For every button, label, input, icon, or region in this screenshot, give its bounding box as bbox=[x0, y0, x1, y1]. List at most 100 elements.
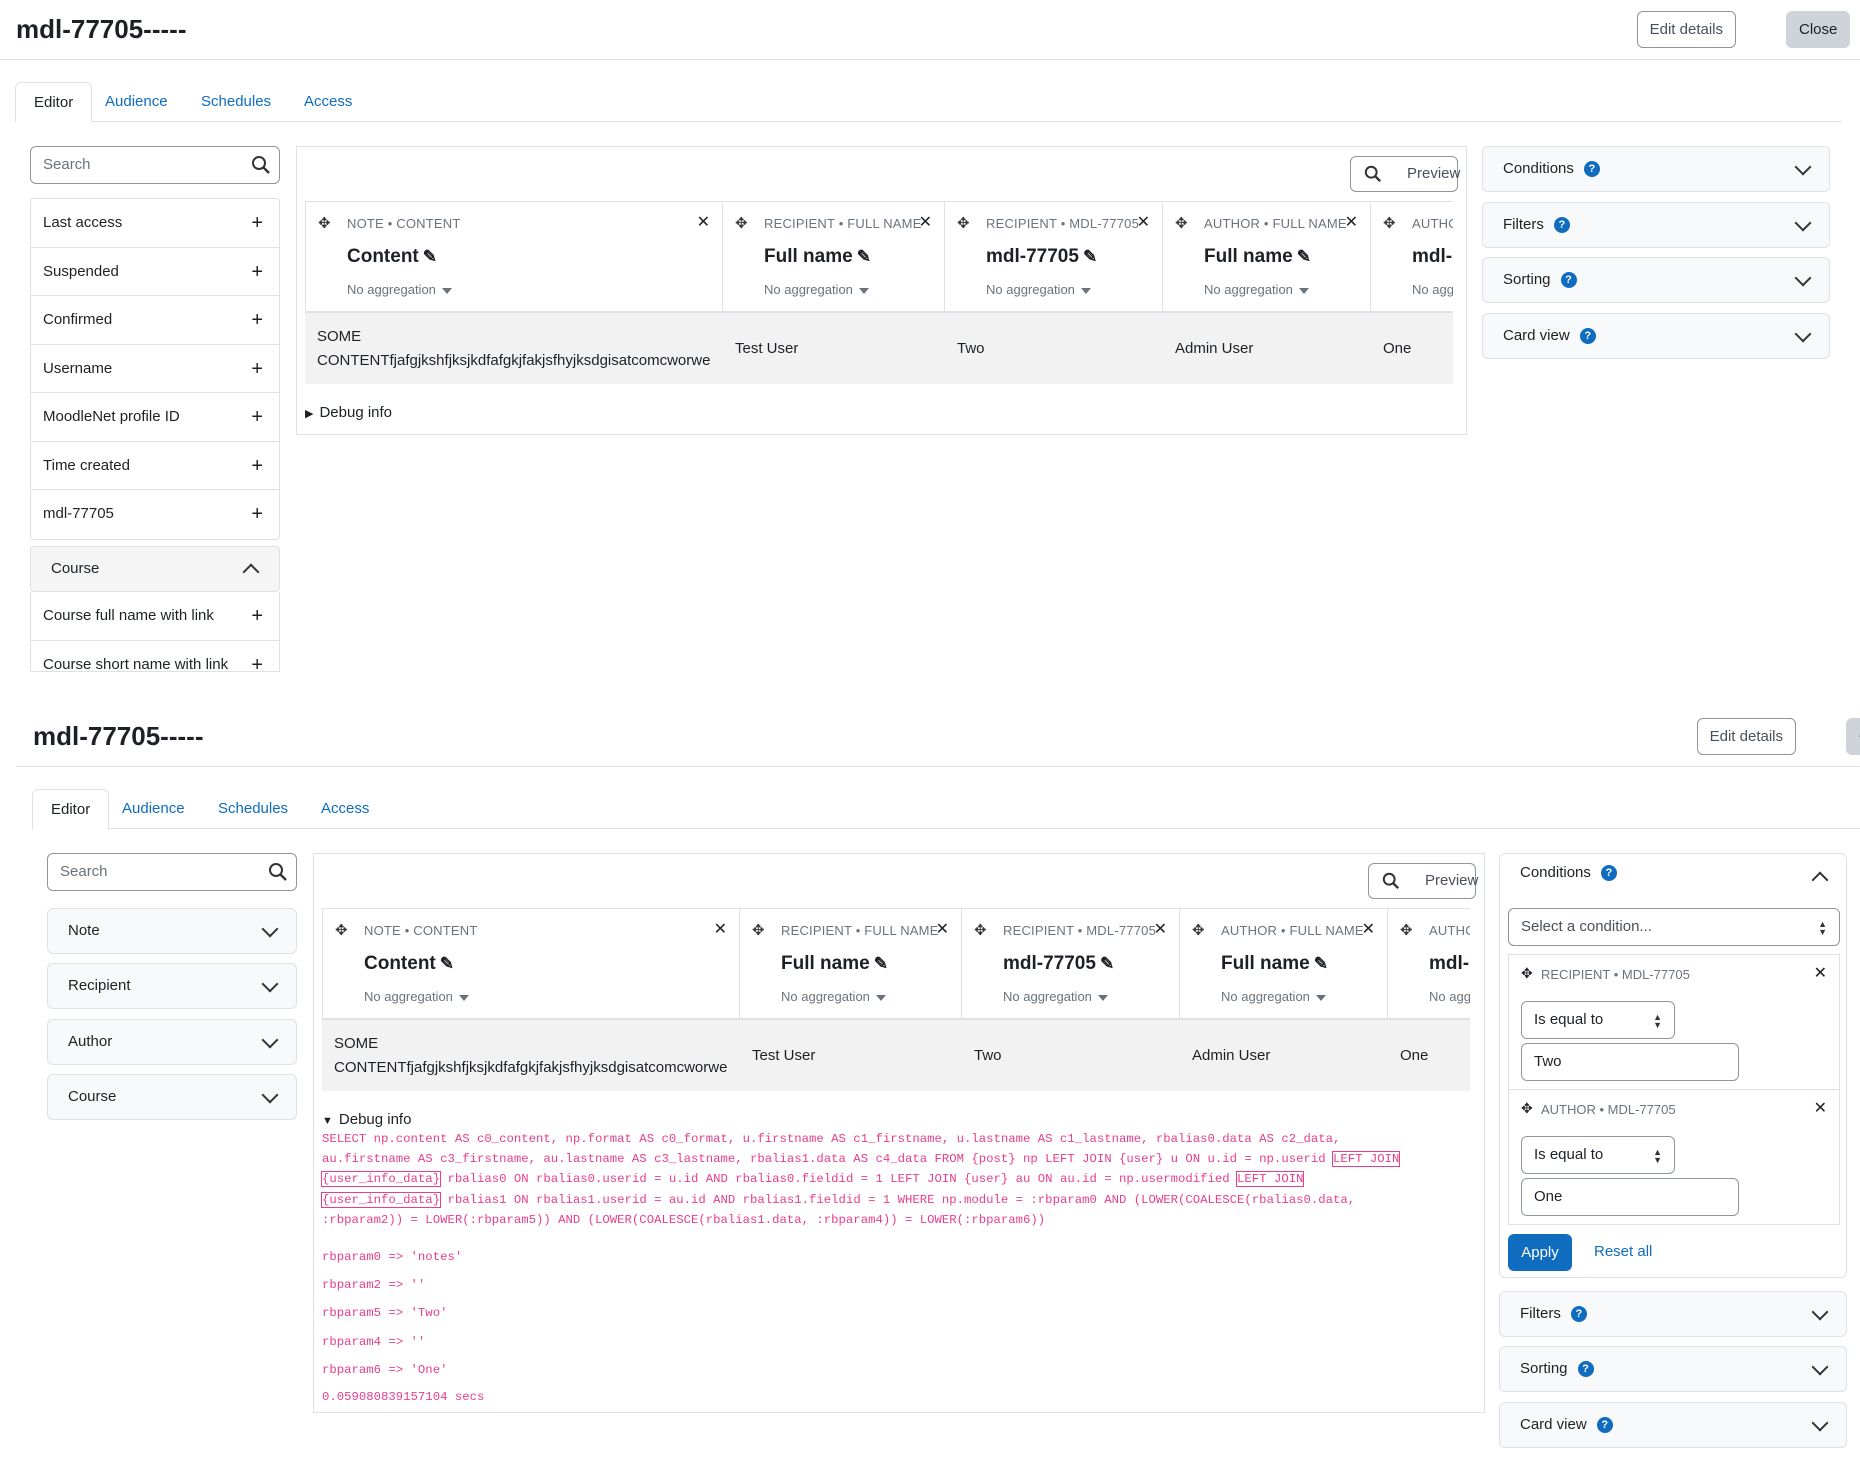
help-icon[interactable]: ? bbox=[1600, 865, 1617, 882]
aggregation-select[interactable]: No aggregation bbox=[1003, 989, 1108, 1004]
move-icon[interactable]: ✥ bbox=[1175, 214, 1188, 232]
pencil-icon[interactable]: ✎ bbox=[1314, 954, 1328, 974]
close-icon[interactable]: ✕ bbox=[1814, 1098, 1827, 1118]
column-title[interactable]: Content ✎ bbox=[347, 246, 437, 268]
column-title[interactable]: mdl-77705✎ bbox=[1429, 953, 1470, 975]
operator-select[interactable]: Is equal to ▲ ▼ bbox=[1521, 1136, 1675, 1174]
preview-button[interactable]: Preview bbox=[1368, 863, 1478, 899]
condition-value-input[interactable]: Two bbox=[1521, 1043, 1739, 1081]
sidebar-item[interactable]: Confirmed + bbox=[31, 296, 279, 345]
column-title[interactable]: Full name ✎ bbox=[764, 246, 871, 268]
chevron-up-icon[interactable] bbox=[1811, 871, 1829, 889]
debug-info-toggle[interactable]: ▶ Debug info bbox=[305, 404, 392, 421]
edit-details-button[interactable]: Edit details bbox=[1696, 718, 1796, 755]
accordion-filters[interactable]: Filters? bbox=[1499, 1291, 1847, 1337]
close-icon[interactable]: ✕ bbox=[936, 919, 949, 939]
move-icon[interactable]: ✥ bbox=[735, 214, 748, 232]
close-button[interactable]: Close bbox=[1786, 11, 1850, 48]
sidebar-group-author[interactable]: Author bbox=[47, 1019, 297, 1065]
help-icon[interactable]: ? bbox=[1553, 217, 1570, 234]
aggregation-select[interactable]: No aggregation bbox=[986, 282, 1091, 297]
close-icon[interactable]: ✕ bbox=[1362, 919, 1375, 939]
column-title[interactable]: mdl-77705✎ bbox=[1003, 953, 1114, 975]
close-icon[interactable]: ✕ bbox=[1814, 963, 1827, 983]
close-icon[interactable]: ✕ bbox=[1154, 919, 1167, 939]
help-icon[interactable]: ? bbox=[1579, 328, 1596, 345]
search-input[interactable]: Search bbox=[30, 146, 280, 184]
close-icon[interactable]: ✕ bbox=[1137, 212, 1150, 232]
tab-schedules[interactable]: Schedules bbox=[200, 789, 306, 830]
accordion-card-view[interactable]: Card view? bbox=[1499, 1402, 1847, 1448]
debug-info-toggle[interactable]: ▼ Debug info bbox=[322, 1111, 411, 1128]
move-icon[interactable]: ✥ bbox=[318, 214, 331, 232]
move-icon[interactable]: ✥ bbox=[1521, 965, 1533, 982]
move-icon[interactable]: ✥ bbox=[1521, 1100, 1533, 1117]
accordion-card-view[interactable]: Card view? bbox=[1482, 313, 1830, 359]
aggregation-select[interactable]: No aggregation bbox=[1221, 989, 1326, 1004]
help-icon[interactable]: ? bbox=[1577, 1361, 1594, 1378]
pencil-icon[interactable]: ✎ bbox=[440, 954, 454, 974]
sidebar-group-recipient[interactable]: Recipient bbox=[47, 963, 297, 1009]
pencil-icon[interactable]: ✎ bbox=[1100, 954, 1114, 974]
pencil-icon[interactable]: ✎ bbox=[874, 954, 888, 974]
sidebar-item[interactable]: Suspended + bbox=[31, 248, 279, 296]
sidebar-group-course[interactable]: Course bbox=[30, 546, 280, 592]
sidebar-item[interactable]: Course full name with link + bbox=[31, 592, 279, 641]
search-input[interactable]: Search bbox=[47, 853, 297, 891]
pencil-icon[interactable]: ✎ bbox=[1083, 247, 1097, 267]
move-icon[interactable]: ✥ bbox=[335, 921, 348, 939]
sidebar-item[interactable]: MoodleNet profile ID + bbox=[31, 393, 279, 442]
sidebar-item[interactable]: mdl-77705 + bbox=[31, 490, 279, 539]
move-icon[interactable]: ✥ bbox=[1383, 214, 1396, 232]
help-icon[interactable]: ? bbox=[1570, 1306, 1587, 1323]
reset-all-link[interactable]: Reset all bbox=[1594, 1243, 1652, 1260]
sidebar-item[interactable]: Course short name with link + bbox=[31, 641, 279, 672]
sidebar-item[interactable]: Time created + bbox=[31, 442, 279, 490]
help-icon[interactable]: ? bbox=[1596, 1417, 1613, 1434]
preview-button[interactable]: Preview bbox=[1350, 156, 1460, 192]
aggregation-select[interactable]: No aggregation bbox=[764, 282, 869, 297]
apply-button[interactable]: Apply bbox=[1508, 1234, 1572, 1271]
condition-select[interactable]: Select a condition... ▲ ▼ bbox=[1508, 908, 1840, 946]
aggregation-select[interactable]: No aggregation bbox=[347, 282, 452, 297]
aggregation-select[interactable]: No aggregation bbox=[1429, 989, 1470, 1004]
move-icon[interactable]: ✥ bbox=[1400, 921, 1413, 939]
edit-details-button[interactable]: Edit details bbox=[1636, 11, 1736, 48]
aggregation-select[interactable]: No aggregation bbox=[781, 989, 886, 1004]
tab-access[interactable]: Access bbox=[303, 789, 387, 830]
move-icon[interactable]: ✥ bbox=[957, 214, 970, 232]
accordion-filters[interactable]: Filters? bbox=[1482, 202, 1830, 248]
column-title[interactable]: Full name ✎ bbox=[1221, 953, 1328, 975]
help-icon[interactable]: ? bbox=[1583, 161, 1600, 178]
close-icon[interactable]: ✕ bbox=[697, 212, 710, 232]
column-title[interactable]: mdl-77705✎ bbox=[1412, 246, 1453, 268]
tab-schedules[interactable]: Schedules bbox=[183, 82, 289, 123]
sidebar-item[interactable]: Username + bbox=[31, 345, 279, 393]
close-button[interactable]: Close bbox=[1846, 718, 1860, 755]
pencil-icon[interactable]: ✎ bbox=[1297, 247, 1311, 267]
sidebar-group-course[interactable]: Course bbox=[47, 1074, 297, 1120]
move-icon[interactable]: ✥ bbox=[1192, 921, 1205, 939]
aggregation-select[interactable]: No aggregation bbox=[1412, 282, 1453, 297]
tab-editor[interactable]: Editor bbox=[32, 789, 110, 830]
tab-audience[interactable]: Audience bbox=[104, 789, 203, 830]
column-title[interactable]: Full name ✎ bbox=[781, 953, 888, 975]
tab-editor[interactable]: Editor bbox=[15, 82, 93, 123]
accordion-conditions[interactable]: Conditions? bbox=[1520, 864, 1617, 882]
sidebar-item[interactable]: Last access + bbox=[31, 199, 279, 248]
accordion-sorting[interactable]: Sorting? bbox=[1482, 257, 1830, 303]
accordion-conditions[interactable]: Conditions? bbox=[1482, 146, 1830, 192]
tab-access[interactable]: Access bbox=[286, 82, 370, 123]
move-icon[interactable]: ✥ bbox=[974, 921, 987, 939]
tab-audience[interactable]: Audience bbox=[87, 82, 186, 123]
close-icon[interactable]: ✕ bbox=[919, 212, 932, 232]
sidebar-group-note[interactable]: Note bbox=[47, 908, 297, 954]
aggregation-select[interactable]: No aggregation bbox=[1204, 282, 1309, 297]
close-icon[interactable]: ✕ bbox=[714, 919, 727, 939]
aggregation-select[interactable]: No aggregation bbox=[364, 989, 469, 1004]
close-icon[interactable]: ✕ bbox=[1345, 212, 1358, 232]
column-title[interactable]: Full name ✎ bbox=[1204, 246, 1311, 268]
pencil-icon[interactable]: ✎ bbox=[423, 247, 437, 267]
column-title[interactable]: mdl-77705✎ bbox=[986, 246, 1097, 268]
operator-select[interactable]: Is equal to ▲ ▼ bbox=[1521, 1001, 1675, 1039]
